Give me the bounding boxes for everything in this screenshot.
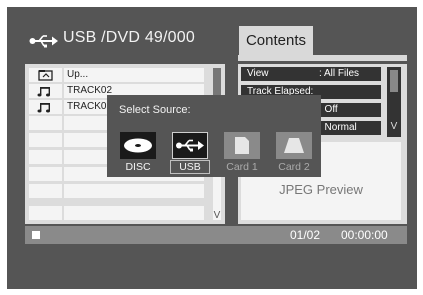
usb-icon [29,35,58,48]
setting-value: : Normal [319,122,357,133]
setting-value: : All Files [319,68,360,79]
time-indicator: 00:00:00 [341,228,388,242]
player-screen: USB /DVD 49/000 Contents Up... TRACK02 T… [7,7,417,289]
folder-up-icon [38,70,53,81]
setting-label: View [247,68,269,79]
settings-scroll-thumb[interactable] [390,70,398,92]
source-card1-button[interactable]: Card 1 [223,132,261,173]
card-icon [235,137,249,154]
list-item[interactable] [29,184,205,198]
status-bar: 01/02 00:00:00 [25,226,407,244]
source-title: USB /DVD 49/000 [63,29,195,46]
dialog-title: Select Source: [119,104,191,116]
select-source-dialog: Select Source: DISC USB Card 1 Card 2 [107,95,321,177]
stop-icon [32,231,40,239]
settings-scroll-down-indicator: V [390,121,398,132]
source-disc-button[interactable]: DISC [119,132,157,173]
music-note-icon [37,87,50,97]
list-item-label: Up... [64,68,204,82]
card-icon [284,138,304,153]
list-item[interactable] [29,206,205,220]
source-usb-button[interactable]: USB [170,132,210,174]
list-item-label [64,184,204,198]
source-label: DISC [125,161,151,173]
list-item[interactable]: Up... [29,68,205,82]
scroll-down-indicator: V [213,210,221,221]
source-label: Card 1 [226,161,258,173]
settings-scrollbar[interactable]: V [387,67,401,137]
disc-icon [124,138,152,153]
music-note-icon [37,103,50,113]
page-indicator: 01/02 [290,228,321,242]
setting-view[interactable]: View : All Files [241,67,381,81]
list-item-label [64,206,204,220]
setting-value: : Off [319,104,338,115]
source-label: Card 2 [278,161,310,173]
tab-contents[interactable]: Contents [239,26,313,55]
tab-underline [238,55,407,61]
usb-icon [176,139,204,152]
source-card2-button[interactable]: Card 2 [275,132,313,173]
source-label: USB [170,160,210,174]
